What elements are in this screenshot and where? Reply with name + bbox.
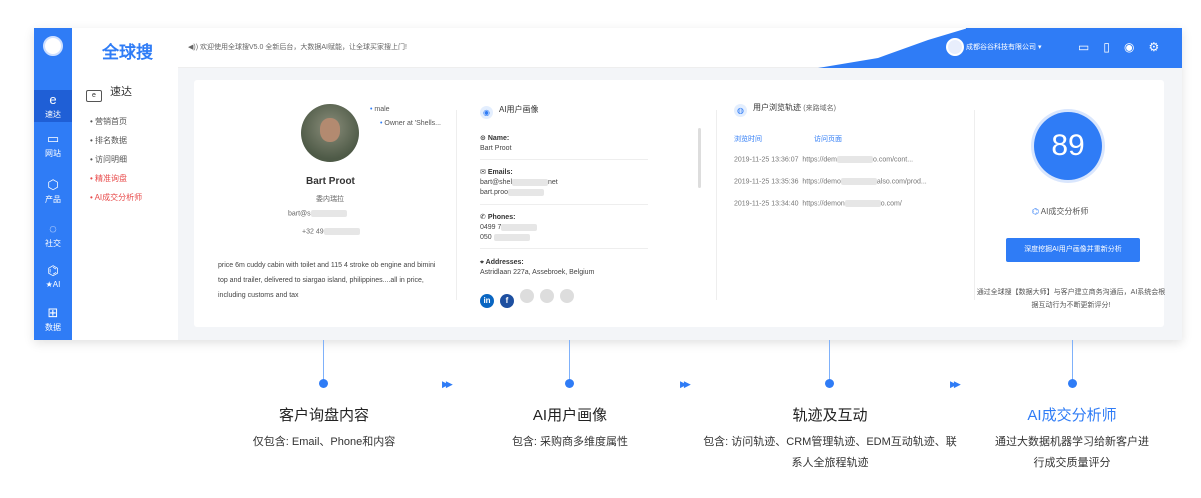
feature-desc: 包含: 访问轨迹、CRM管理轨迹、EDM互动轨迹、联系人全旅程轨迹 (703, 436, 957, 469)
toolbar-icons: ▭▯◉⚙ (1078, 40, 1173, 54)
divider (716, 110, 717, 300)
facebook-icon[interactable]: f (500, 294, 514, 308)
timeline-dot (825, 379, 834, 388)
track-header: ◍ 用户浏览轨迹 (来路域名) (734, 102, 836, 117)
ai-label: ⌬ AI成交分析师 (1032, 207, 1089, 216)
submenu-list: • 营销首页 • 排名数据 • 访问明细 • 精准询盘 • AI成交分析师 (90, 112, 142, 207)
portrait-phones: ✆ Phones: 0499 7 050 (480, 213, 538, 243)
connector (323, 340, 324, 384)
profile-photo (301, 104, 359, 162)
chat-icon: ◌ (49, 221, 57, 236)
ai-icon: ◉ (480, 106, 493, 119)
timeline-dot (319, 379, 328, 388)
track-row: 2019-11-25 13:36:07 https://dem o.com/con… (734, 156, 914, 164)
submenu-item[interactable]: • 访问明细 (90, 150, 142, 169)
robot-icon: ⌬ (47, 263, 59, 278)
sidebar-item-social[interactable]: ◌ 社交 (34, 222, 72, 249)
gear-icon[interactable]: ⚙ (1148, 40, 1173, 54)
profile-email: bart@s (288, 210, 347, 217)
portrait-name: ⊙ Name: Bart Proot (480, 135, 512, 152)
globe-icon (43, 36, 63, 56)
portrait-address: ⌖ Addresses: Astridlaan 227a, Assebroek, … (480, 259, 595, 276)
profile-phone: +32 49 (302, 228, 360, 235)
profile-country: 委内瑞拉 (316, 196, 344, 203)
robot-icon: ⌬ (1032, 207, 1039, 216)
chevron-right-icon: ▶▶ (950, 379, 961, 389)
sub-sidebar: 全球搜 e 速达 • 营销首页 • 排名数据 • 访问明细 • 精准询盘 • AI… (72, 28, 178, 340)
submenu-item-active[interactable]: • AI成交分析师 (90, 188, 142, 207)
sidebar-item-suda[interactable]: e 速达 (34, 90, 72, 122)
feature-title: 客户询盘内容 (278, 407, 369, 424)
ai-score: 89 (1034, 112, 1102, 180)
inquiry-content: price 6m cuddy cabin with toilet and 115… (218, 262, 436, 299)
monitor-icon[interactable]: ▭ (1078, 40, 1103, 54)
notice-text: ◀)) 欢迎使用全球搜V5.0 全新后台，大数据AI赋能，让全球买家搜上门! (188, 44, 407, 51)
feature-title: AI成交分析师 (1027, 407, 1117, 424)
divider (480, 204, 648, 205)
divider (456, 110, 457, 300)
portrait-header: ◉ AI用户画像 (480, 104, 539, 119)
connector (1072, 340, 1073, 384)
reanalyze-button[interactable]: 深度挖掘AI用户画像并重新分析 (1006, 238, 1140, 262)
portrait-emails: ✉ Emails: bart@shel net bart.proo (480, 169, 558, 196)
feature-desc: 包含: 采购商多维度属性 (511, 436, 629, 448)
avatar[interactable] (946, 38, 964, 56)
e-icon: e (86, 90, 102, 102)
gender-tag: • male (370, 106, 390, 113)
feature-title: AI用户画像 (532, 407, 608, 424)
track-row: 2019-11-25 13:35:36 https://demo also.com… (734, 178, 927, 186)
cube-icon: ⬡ (47, 177, 59, 192)
timeline-dot (565, 379, 574, 388)
app-window: e 速达 ▭ 网站 ⬡ 产品 ◌ 社交 ⌬ ★AI ⊞ 数据 全球搜 e 速达 • 营销首页 … (34, 28, 1182, 340)
globe-icon[interactable] (520, 289, 534, 303)
data-icon: ⊞ (47, 305, 59, 320)
company-dropdown[interactable]: 成都谷谷科技有限公司 ▾ (966, 42, 1041, 52)
connector (829, 340, 830, 384)
phone-icon[interactable]: ▯ (1103, 40, 1124, 54)
feature-desc: 通过大数据机器学习给新客户进行成交质量评分 (995, 436, 1149, 469)
timeline-dot (1068, 379, 1077, 388)
globe-icon[interactable] (540, 289, 554, 303)
ai-note: 通过全球搜【数据大师】与客户建立商务沟通后，AI系统会根据互动行为不断更新评分! (976, 289, 1166, 309)
submenu-item[interactable]: • 排名数据 (90, 131, 142, 150)
track-row: 2019-11-25 13:34:40 https://demon o.com/ (734, 200, 902, 208)
play-icon[interactable]: ◉ (1124, 40, 1148, 54)
divider (480, 248, 648, 249)
col-time: 浏览时间 (734, 136, 762, 143)
globe-icon[interactable] (560, 289, 574, 303)
connector (569, 340, 570, 384)
chevron-right-icon: ▶▶ (680, 379, 691, 389)
social-links: in f (480, 289, 580, 308)
icon-sidebar: e 速达 ▭ 网站 ⬡ 产品 ◌ 社交 ⌬ ★AI ⊞ 数据 (34, 28, 72, 340)
divider (480, 159, 648, 160)
top-bar: ◀)) 欢迎使用全球搜V5.0 全新后台，大数据AI赋能，让全球买家搜上门! 成… (178, 28, 1182, 68)
divider (974, 110, 975, 300)
app-logo: 全球搜 (102, 43, 153, 63)
sidebar-item-product[interactable]: ⬡ 产品 (34, 178, 72, 205)
linkedin-icon[interactable]: in (480, 294, 494, 308)
job-tag: • Owner at 'Shells... (380, 120, 441, 127)
sidebar-item-website[interactable]: ▭ 网站 (34, 132, 72, 159)
scrollbar[interactable] (698, 128, 701, 188)
submenu-item[interactable]: • 营销首页 (90, 112, 142, 131)
customer-card: • male • Owner at 'Shells... Bart Proot … (194, 80, 1166, 327)
submenu-header: e 速达 (86, 83, 132, 102)
sidebar-item-ai[interactable]: ⌬ ★AI (34, 263, 72, 290)
feature-desc: 仅包含: Email、Phone和内容 (252, 436, 396, 448)
profile-name: Bart Proot (306, 176, 355, 187)
col-page: 访问页面 (814, 136, 842, 143)
e-icon: e (49, 92, 57, 107)
sidebar-item-data[interactable]: ⊞ 数据 (34, 306, 72, 333)
track-icon: ◍ (734, 104, 747, 117)
chevron-right-icon: ▶▶ (442, 379, 453, 389)
feature-title: 轨迹及互动 (792, 407, 868, 424)
submenu-item[interactable]: • 精准询盘 (90, 169, 142, 188)
monitor-icon: ▭ (46, 131, 60, 146)
